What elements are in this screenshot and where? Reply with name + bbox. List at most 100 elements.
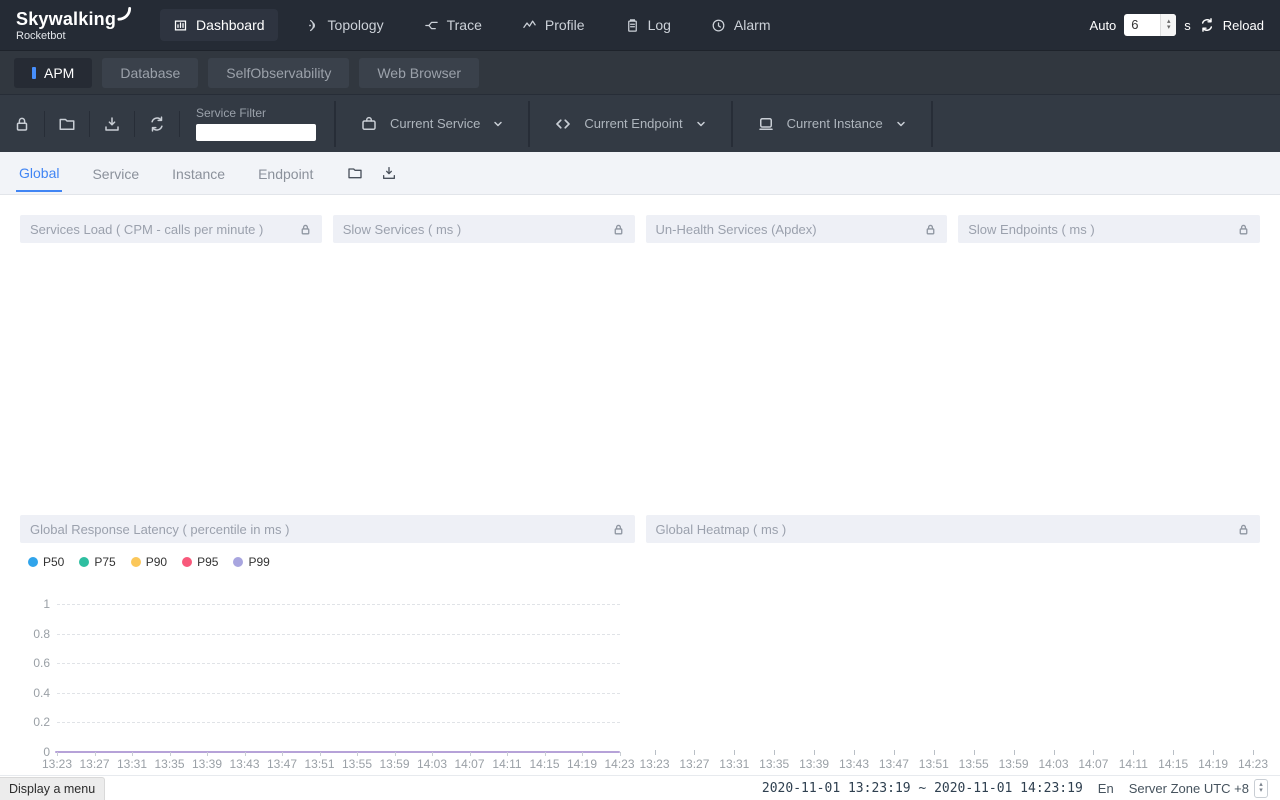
import-template-button[interactable] bbox=[90, 115, 134, 133]
panel-row-1: Services Load ( CPM - calls per minute )… bbox=[20, 215, 1260, 243]
legend-item-p90[interactable]: P90 bbox=[131, 555, 167, 569]
lock-icon[interactable] bbox=[612, 223, 625, 236]
refresh-icon bbox=[148, 115, 166, 133]
chevron-down-icon bbox=[895, 118, 907, 130]
reload-label[interactable]: Reload bbox=[1223, 18, 1264, 33]
legend-dot bbox=[131, 557, 141, 567]
latency-series-line bbox=[55, 751, 620, 753]
panel-title: Un-Health Services (Apdex) bbox=[656, 222, 817, 237]
legend-label: P50 bbox=[43, 555, 64, 569]
status-hint: Display a menu bbox=[0, 777, 105, 800]
menu-item-alarm[interactable]: Alarm bbox=[698, 9, 784, 41]
menu-item-trace[interactable]: Trace bbox=[411, 9, 495, 41]
footer-bar: 2020-11-01 13:23:19 ~ 2020-11-01 14:23:1… bbox=[0, 775, 1280, 800]
x-axis-tick bbox=[207, 752, 208, 756]
lock-icon[interactable] bbox=[924, 223, 937, 236]
panel-header[interactable]: Un-Health Services (Apdex) bbox=[646, 215, 948, 243]
menu-item-topology[interactable]: Topology bbox=[292, 9, 397, 41]
alarm-clock-icon bbox=[711, 18, 726, 33]
server-zone-label: Server Zone UTC +8 bbox=[1129, 781, 1249, 796]
server-zone-stepper[interactable]: ▴▾ bbox=[1254, 779, 1268, 798]
x-axis-tick bbox=[1213, 750, 1214, 755]
tab-endpoint[interactable]: Endpoint bbox=[255, 155, 316, 191]
auto-interval-input[interactable]: 6 ▴▾ bbox=[1124, 14, 1176, 36]
open-template-button[interactable] bbox=[45, 115, 89, 133]
panel-header[interactable]: Global Response Latency ( percentile in … bbox=[20, 515, 635, 543]
x-axis-tick bbox=[170, 752, 171, 756]
current-endpoint-dropdown[interactable]: Current Endpoint bbox=[530, 115, 730, 133]
panel-header[interactable]: Global Heatmap ( ms ) bbox=[646, 515, 1261, 543]
x-axis-tick bbox=[95, 752, 96, 756]
y-tick-label: 0.8 bbox=[33, 627, 50, 641]
service-filter-input[interactable] bbox=[196, 124, 316, 141]
refresh-button[interactable] bbox=[135, 115, 179, 133]
x-axis-tick bbox=[357, 752, 358, 756]
x-tick-label: 13:31 bbox=[117, 757, 147, 771]
time-range-picker[interactable]: 2020-11-01 13:23:19 ~ 2020-11-01 14:23:1… bbox=[762, 781, 1083, 796]
x-axis-tick bbox=[245, 752, 246, 756]
menu-item-log[interactable]: Log bbox=[612, 9, 684, 41]
template-tab-database[interactable]: Database bbox=[102, 58, 198, 88]
x-tick-label: 14:03 bbox=[417, 757, 447, 771]
lock-icon[interactable] bbox=[612, 523, 625, 536]
logo-title: Skywalking bbox=[16, 9, 116, 30]
folder-icon[interactable] bbox=[347, 165, 363, 181]
tab-global[interactable]: Global bbox=[16, 154, 62, 192]
x-axis-tick bbox=[1133, 750, 1134, 755]
current-service-dropdown[interactable]: Current Service bbox=[336, 115, 528, 133]
panel-slow-endpoints: Slow Endpoints ( ms ) bbox=[958, 215, 1260, 243]
x-axis-tick bbox=[432, 752, 433, 756]
chevron-down-icon bbox=[492, 118, 504, 130]
x-axis-tick bbox=[507, 752, 508, 756]
menu-item-label: Log bbox=[648, 17, 671, 33]
profile-wave-icon bbox=[522, 18, 537, 33]
template-tab-label: SelfObservability bbox=[226, 65, 331, 81]
auto-interval-stepper[interactable]: ▴▾ bbox=[1160, 14, 1176, 36]
instance-device-icon bbox=[757, 115, 775, 133]
x-axis-tick bbox=[694, 750, 695, 755]
template-tab-web-browser[interactable]: Web Browser bbox=[359, 58, 479, 88]
lock-icon[interactable] bbox=[1237, 523, 1250, 536]
legend-item-p50[interactable]: P50 bbox=[28, 555, 64, 569]
current-instance-dropdown[interactable]: Current Instance bbox=[733, 115, 931, 133]
latency-chart[interactable]: 00.20.40.60.81 13:2313:2713:3113:3513:39… bbox=[20, 571, 635, 775]
y-tick-label: 0.4 bbox=[33, 686, 50, 700]
import-icon[interactable] bbox=[381, 165, 397, 181]
x-tick-label: 14:11 bbox=[492, 757, 521, 771]
panel-title: Global Response Latency ( percentile in … bbox=[30, 522, 289, 537]
x-tick-label: 13:51 bbox=[919, 757, 949, 771]
template-tab-apm[interactable]: APM bbox=[14, 58, 92, 88]
x-tick-label: 14:15 bbox=[529, 757, 559, 771]
x-axis-tick bbox=[57, 752, 58, 756]
legend-label: P95 bbox=[197, 555, 218, 569]
panel-global-heatmap: Global Heatmap ( ms ) 13:2313:2713:3113:… bbox=[646, 515, 1261, 775]
lock-edit-button[interactable] bbox=[0, 115, 44, 133]
menu-item-dashboard[interactable]: Dashboard bbox=[160, 9, 278, 41]
x-tick-label: 13:27 bbox=[679, 757, 709, 771]
chevron-down-icon bbox=[695, 118, 707, 130]
panel-header[interactable]: Slow Services ( ms ) bbox=[333, 215, 635, 243]
x-axis-tick bbox=[470, 752, 471, 756]
service-filter-label: Service Filter bbox=[196, 106, 316, 120]
x-tick-label: 13:35 bbox=[759, 757, 789, 771]
latency-plot[interactable]: 13:2313:2713:3113:3513:3913:4313:4713:51… bbox=[57, 604, 620, 752]
lock-icon[interactable] bbox=[1237, 223, 1250, 236]
menu-item-label: Dashboard bbox=[196, 17, 265, 33]
lock-icon[interactable] bbox=[299, 223, 312, 236]
tab-service[interactable]: Service bbox=[89, 155, 142, 191]
legend-item-p99[interactable]: P99 bbox=[233, 555, 269, 569]
reload-icon[interactable] bbox=[1199, 17, 1215, 33]
legend-item-p75[interactable]: P75 bbox=[79, 555, 115, 569]
app-logo[interactable]: Skywalking Rocketbot bbox=[16, 9, 132, 42]
legend-item-p95[interactable]: P95 bbox=[182, 555, 218, 569]
tab-instance[interactable]: Instance bbox=[169, 155, 228, 191]
language-toggle[interactable]: En bbox=[1098, 781, 1114, 796]
panel-header[interactable]: Services Load ( CPM - calls per minute ) bbox=[20, 215, 322, 243]
menu-item-profile[interactable]: Profile bbox=[509, 9, 598, 41]
x-tick-label: 13:43 bbox=[839, 757, 869, 771]
dashboard-template-bar: APM Database SelfObservability Web Brows… bbox=[0, 50, 1280, 94]
legend-label: P75 bbox=[94, 555, 115, 569]
main-menu: Dashboard Topology Trace Profile Log bbox=[160, 9, 783, 41]
panel-header[interactable]: Slow Endpoints ( ms ) bbox=[958, 215, 1260, 243]
template-tab-selfobservability[interactable]: SelfObservability bbox=[208, 58, 349, 88]
